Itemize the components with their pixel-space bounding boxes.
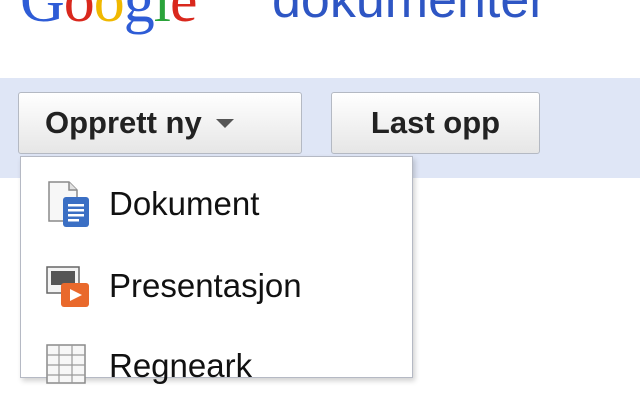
menu-item-label: Presentasjon [109,267,302,304]
create-new-menu: Dokument Presentasjon Regneark [20,156,413,384]
menu-item-label: Dokument [109,185,260,222]
presentation-icon [43,261,93,311]
create-new-label: Opprett ny [45,105,202,140]
page-header: Google dokumenter [0,0,640,78]
upload-label: Last opp [370,105,501,140]
upload-button[interactable]: Last opp [331,92,540,154]
create-new-button[interactable]: Opprett ny [18,92,302,154]
google-logo[interactable]: Google [20,0,198,32]
product-title: dokumenter [272,0,547,29]
menu-item-label: Regneark [109,347,253,384]
dropdown-caret-icon [215,118,234,128]
menu-item-spreadsheet[interactable]: Regneark [21,327,410,405]
document-icon [43,179,93,229]
menu-item-presentation[interactable]: Presentasjon [21,247,410,325]
menu-item-document[interactable]: Dokument [21,165,410,243]
spreadsheet-icon [43,341,93,391]
